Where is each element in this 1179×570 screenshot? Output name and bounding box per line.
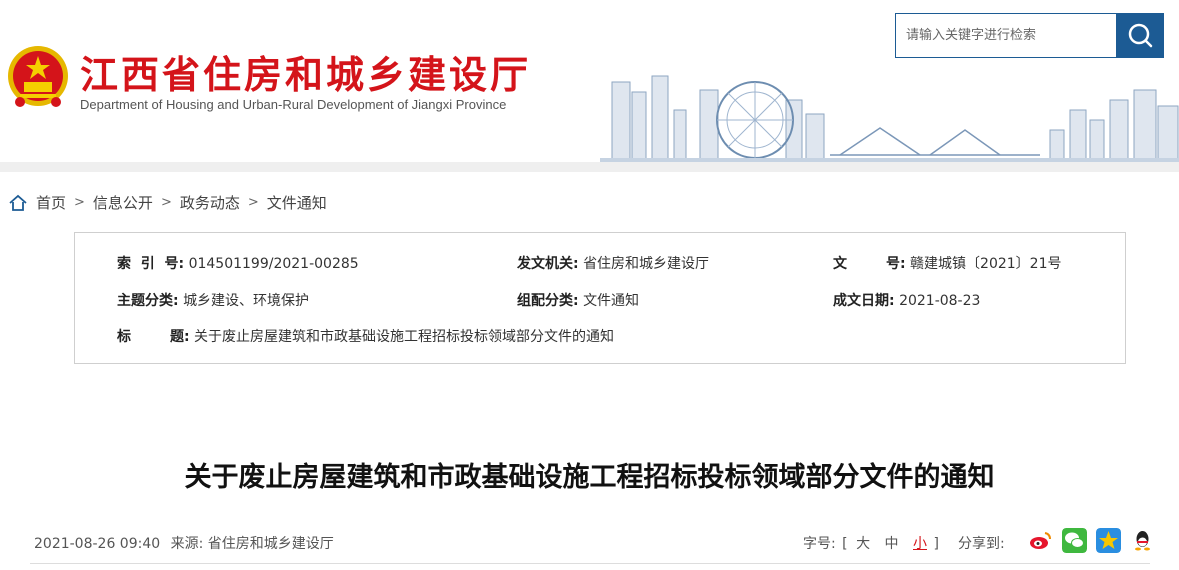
breadcrumb-file-notice[interactable]: 文件通知 [267, 192, 327, 213]
article-source-value: 省住房和城乡建设厅 [207, 536, 334, 552]
national-emblem-icon [8, 46, 68, 107]
meta-date-value: 2021-08-23 [899, 293, 981, 309]
meta-docno: 文 号: 赣建城镇〔2021〕21号 [833, 253, 1062, 273]
site-subtitle: Department of Housing and Urban-Rural De… [80, 97, 507, 112]
divider [30, 563, 1150, 564]
breadcrumb-gov-news[interactable]: 政务动态 [180, 192, 240, 213]
breadcrumb-separator: > [160, 195, 172, 210]
article-info: 2021-08-26 09:40 来源: 省住房和城乡建设厅 [34, 533, 334, 553]
meta-issuer-value: 省住房和城乡建设厅 [583, 256, 710, 272]
search-input[interactable]: 请输入关键字进行检索 [895, 13, 1117, 58]
meta-index-label: 索 引 号: [117, 256, 185, 272]
meta-index-value: 014501199/2021-00285 [188, 256, 359, 272]
font-size-bracket-close: ] [933, 536, 939, 552]
breadcrumb-home[interactable]: 首页 [36, 192, 66, 213]
article-datetime: 2021-08-26 09:40 [34, 536, 161, 552]
header-divider [0, 162, 1179, 172]
font-size-bracket-open: [ [842, 536, 848, 552]
meta-title-label: 标 题: [117, 329, 190, 345]
meta-topic: 主题分类: 城乡建设、环境保护 [117, 290, 309, 310]
meta-date-label: 成文日期: [833, 293, 895, 309]
font-size-large[interactable]: 大 [856, 536, 870, 552]
meta-category: 组配分类: 文件通知 [517, 290, 639, 310]
search-button[interactable] [1117, 13, 1164, 58]
font-size-small[interactable]: 小 [913, 536, 927, 552]
meta-topic-label: 主题分类: [117, 293, 179, 309]
document-meta-table: 索 引 号: 014501199/2021-00285 发文机关: 省住房和城乡… [74, 232, 1126, 364]
breadcrumb-separator: > [247, 195, 259, 210]
weibo-icon[interactable] [1028, 528, 1053, 553]
meta-category-value: 文件通知 [583, 293, 640, 309]
city-skyline-illustration [600, 75, 1179, 165]
home-icon[interactable] [8, 194, 28, 212]
qq-icon[interactable] [1130, 528, 1155, 553]
breadcrumb-info-public[interactable]: 信息公开 [93, 192, 153, 213]
meta-issuer-label: 发文机关: [517, 256, 579, 272]
article-source-label: 来源: [170, 536, 204, 552]
font-size-label: 字号: [803, 536, 836, 552]
share-label: 分享到: [958, 536, 1005, 552]
meta-title-value: 关于废止房屋建筑和市政基础设施工程招标投标领域部分文件的通知 [194, 329, 615, 345]
meta-title: 标 题: 关于废止房屋建筑和市政基础设施工程招标投标领域部分文件的通知 [117, 326, 614, 346]
breadcrumb: 首页 > 信息公开 > 政务动态 > 文件通知 [8, 192, 327, 213]
meta-issuer: 发文机关: 省住房和城乡建设厅 [517, 253, 709, 273]
font-size-control: 字号: [ 大 中 小 ] [803, 533, 939, 553]
wechat-icon[interactable] [1062, 528, 1087, 553]
font-size-medium[interactable]: 中 [885, 536, 899, 552]
qzone-icon[interactable] [1096, 528, 1121, 553]
meta-category-label: 组配分类: [517, 293, 579, 309]
search-icon [1128, 23, 1153, 48]
meta-docno-label: 文 号: [833, 256, 906, 272]
site-header: 江西省住房和城乡建设厅 Department of Housing and Ur… [0, 0, 1179, 166]
meta-index: 索 引 号: 014501199/2021-00285 [117, 253, 359, 273]
article-title: 关于废止房屋建筑和市政基础设施工程招标投标领域部分文件的通知 [184, 462, 995, 493]
breadcrumb-separator: > [74, 195, 85, 210]
search-placeholder: 请输入关键字进行检索 [906, 28, 1037, 43]
site-title: 江西省住房和城乡建设厅 [80, 53, 532, 97]
meta-docno-value: 赣建城镇〔2021〕21号 [910, 256, 1062, 272]
meta-topic-value: 城乡建设、环境保护 [183, 293, 310, 309]
meta-date: 成文日期: 2021-08-23 [833, 290, 980, 310]
